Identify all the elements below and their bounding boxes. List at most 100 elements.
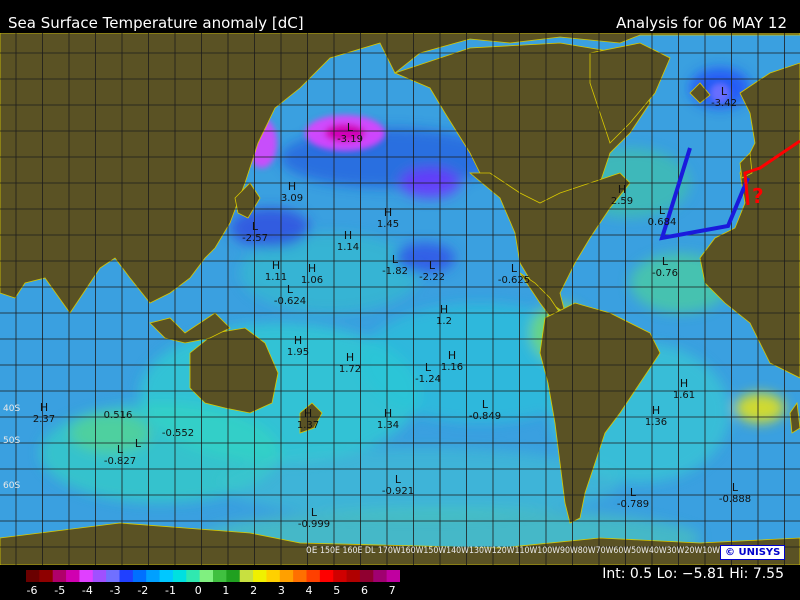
color-scale-cell bbox=[279, 570, 294, 582]
high-marker: H bbox=[304, 407, 312, 420]
lat-label: 50S bbox=[3, 436, 20, 446]
color-scale-tick: 0 bbox=[194, 584, 202, 597]
high-marker: H bbox=[308, 262, 316, 275]
marker-value: 2.37 bbox=[33, 414, 55, 425]
low-marker: L bbox=[252, 220, 259, 233]
marker-value: 1.2 bbox=[436, 316, 452, 327]
color-scale-tick: -2 bbox=[137, 584, 149, 597]
color-scale-tick: 2 bbox=[250, 584, 258, 597]
marker-value: -0.827 bbox=[104, 456, 136, 467]
marker-value: -0.76 bbox=[652, 268, 678, 279]
marker-value: -1.24 bbox=[415, 374, 441, 385]
color-scale-tick: 4 bbox=[305, 584, 313, 597]
low-marker: L bbox=[425, 361, 432, 374]
marker-value: 1.14 bbox=[337, 242, 359, 253]
high-marker: H bbox=[652, 404, 660, 417]
color-scale-cell bbox=[66, 570, 80, 582]
marker-value: -3.42 bbox=[711, 98, 737, 109]
color-scale-cell bbox=[266, 570, 281, 582]
marker-value: 1.36 bbox=[645, 417, 667, 428]
high-marker: H bbox=[40, 401, 48, 414]
marker-value: -0.921 bbox=[382, 486, 414, 497]
low-marker: L bbox=[311, 506, 318, 519]
color-scale-tick: 7 bbox=[388, 584, 396, 597]
marker-value: -2.22 bbox=[419, 272, 445, 283]
analysis-date: Analysis for 06 MAY 12 bbox=[616, 14, 787, 32]
marker-value: 3.09 bbox=[281, 193, 303, 204]
marker-value: -0.849 bbox=[469, 411, 501, 422]
low-marker: L bbox=[511, 262, 518, 275]
high-marker: H bbox=[440, 303, 448, 316]
color-scale-cell bbox=[132, 570, 147, 582]
low-marker: L bbox=[732, 481, 739, 494]
high-marker: H bbox=[288, 180, 296, 193]
low-marker: L bbox=[287, 283, 294, 296]
color-scale-tick: 3 bbox=[277, 584, 285, 597]
unisys-logo[interactable]: © UNISYS bbox=[720, 545, 786, 560]
marker-value: -1.82 bbox=[382, 266, 408, 277]
low-marker: L bbox=[347, 121, 354, 134]
low-marker: L bbox=[395, 473, 402, 486]
sst-map[interactable]: ? H3.09L-3.19L-2.57H1.45H1.14H1.11H1.06L… bbox=[0, 33, 800, 565]
color-scale-tick: -6 bbox=[26, 584, 38, 597]
marker-value: 1.11 bbox=[265, 272, 287, 283]
color-scale-cell bbox=[39, 570, 54, 582]
low-marker: L bbox=[392, 253, 399, 266]
marker-value: -0.624 bbox=[274, 296, 306, 307]
marker-value: 0.516 bbox=[104, 410, 133, 421]
color-scale-tick: -5 bbox=[54, 584, 66, 597]
color-scale-cell bbox=[293, 570, 307, 582]
marker-value: 2.59 bbox=[611, 196, 633, 207]
color-scale-cell bbox=[26, 570, 40, 582]
marker-value: 1.34 bbox=[377, 420, 399, 431]
marker-value: -0.625 bbox=[498, 275, 530, 286]
color-scale-cell bbox=[213, 570, 227, 582]
color-scale-cell bbox=[306, 570, 321, 582]
color-scale-tick: -3 bbox=[109, 584, 121, 597]
high-marker: H bbox=[384, 407, 392, 420]
color-scale-cell bbox=[146, 570, 161, 582]
marker-value: 1.06 bbox=[301, 275, 323, 286]
low-marker: L bbox=[721, 85, 728, 98]
high-marker: H bbox=[384, 206, 392, 219]
marker-value: 1.95 bbox=[287, 347, 309, 358]
color-scale-cell bbox=[172, 570, 187, 582]
marker-value: 1.72 bbox=[339, 364, 361, 375]
color-scale-cell bbox=[52, 570, 67, 582]
high-marker: H bbox=[448, 349, 456, 362]
color-scale-cell bbox=[106, 570, 120, 582]
low-marker: L bbox=[662, 255, 669, 268]
lat-label: 60S bbox=[3, 481, 20, 491]
question-mark-annotation: ? bbox=[752, 184, 764, 208]
marker-value: -0.789 bbox=[617, 499, 649, 510]
low-marker: L bbox=[135, 437, 142, 450]
longitude-axis-left: 0E bbox=[306, 546, 318, 556]
color-scale-bar bbox=[26, 570, 400, 582]
marker-value: 1.61 bbox=[673, 390, 695, 401]
color-scale-cell bbox=[92, 570, 107, 582]
marker-value: -2.57 bbox=[242, 233, 268, 244]
chart-title: Sea Surface Temperature anomaly [dC] bbox=[8, 14, 304, 32]
color-scale-tick: -4 bbox=[81, 584, 93, 597]
marker-value: -0.552 bbox=[162, 428, 194, 439]
color-scale-cell bbox=[346, 570, 361, 582]
marker-value: 0.684 bbox=[648, 217, 677, 228]
high-marker: H bbox=[272, 259, 280, 272]
high-marker: H bbox=[344, 229, 352, 242]
high-marker: H bbox=[680, 377, 688, 390]
low-marker: L bbox=[659, 204, 666, 217]
high-marker: H bbox=[618, 183, 626, 196]
color-scale-cell bbox=[186, 570, 201, 582]
color-scale-cell bbox=[359, 570, 374, 582]
color-scale-tick: 1 bbox=[222, 584, 230, 597]
high-marker: H bbox=[294, 334, 302, 347]
color-scale-cell bbox=[226, 570, 241, 582]
low-marker: L bbox=[429, 259, 436, 272]
marker-value: 1.45 bbox=[377, 219, 399, 230]
longitude-axis: 150E 160E DL 170W160W150W140W130W120W110… bbox=[320, 546, 720, 556]
high-marker: H bbox=[346, 351, 354, 364]
color-scale-tick: 5 bbox=[333, 584, 341, 597]
sst-anomaly-window: Sea Surface Temperature anomaly [dC] Ana… bbox=[0, 0, 800, 600]
color-scale-tick: 6 bbox=[360, 584, 368, 597]
stats-readout: Int: 0.5 Lo: −5.81 Hi: 7.55 bbox=[602, 566, 784, 582]
